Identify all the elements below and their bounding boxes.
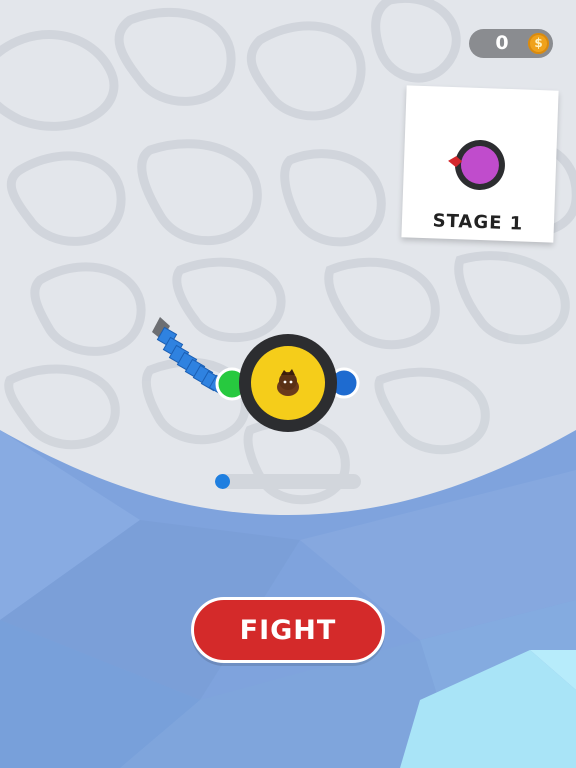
arena-floor [0, 0, 576, 515]
stage-label: STAGE 1 [432, 210, 524, 235]
fight-button[interactable]: FIGHT [191, 597, 385, 663]
progress-fill [215, 474, 230, 489]
progress-bar [215, 474, 361, 489]
stage-card: STAGE 1 [401, 85, 559, 243]
purple-enemy-disc-icon [448, 139, 505, 190]
dollar-coin-icon: $ [528, 33, 549, 54]
player-disc[interactable] [239, 334, 337, 432]
coin-count: 0 [495, 32, 509, 54]
